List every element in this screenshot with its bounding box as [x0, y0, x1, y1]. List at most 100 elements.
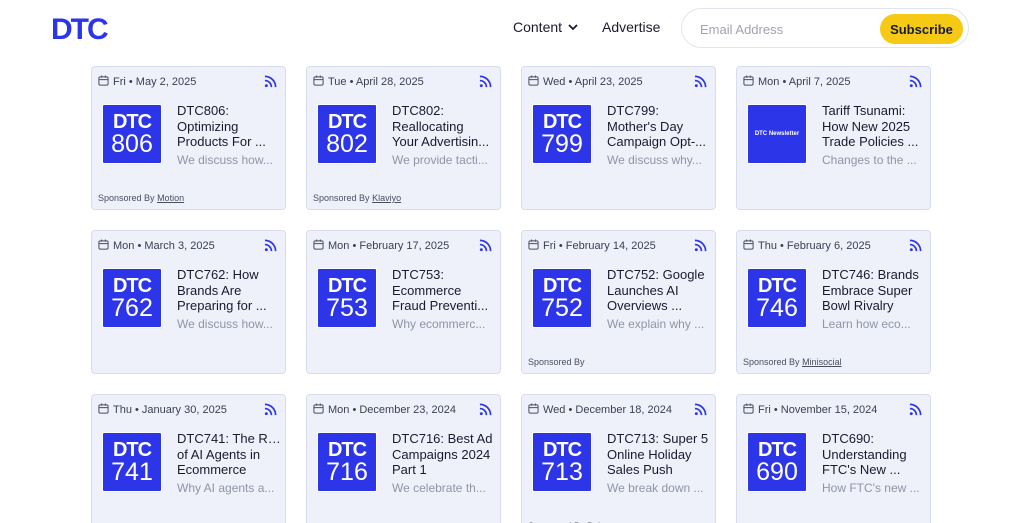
sponsor-name-link[interactable]: Klaviyo [372, 193, 401, 203]
email-field[interactable] [700, 18, 870, 40]
thumb-dtc-text: DTC [757, 439, 797, 461]
card-title[interactable]: DTC690: Understanding FTC's New ... [822, 431, 926, 478]
card-title[interactable]: Tariff Tsunami: How New 2025 Trade Policie… [822, 103, 926, 150]
card-description: Changes to the ... [822, 153, 917, 167]
card-date-text: Tue • April 28, 2025 [328, 76, 424, 88]
dtc-logo[interactable]: DTC [51, 14, 117, 43]
card-description: We provide tacti... [392, 153, 488, 167]
episode-thumbnail[interactable]: DTC 741 [102, 432, 162, 492]
card-date: Thu • February 6, 2025 [743, 239, 871, 253]
card-title-line: Ecommerce [392, 282, 462, 298]
episode-thumbnail[interactable]: DTC 690 [747, 432, 807, 492]
card-title-line: Reallocating [392, 118, 464, 134]
episode-card[interactable]: Fri • February 14, 2025 DTC 752 DTC752: … [521, 230, 716, 374]
thumb-dtc-text: DTC [542, 111, 582, 133]
rss-feed-icon[interactable] [479, 403, 492, 416]
card-title[interactable]: DTC806: Optimizing Products For ... [177, 103, 281, 150]
rss-feed-icon[interactable] [264, 403, 277, 416]
episode-card[interactable]: Wed • December 18, 2024 DTC 713 DTC713: … [521, 394, 716, 523]
episode-thumbnail[interactable]: DTC 799 [532, 104, 592, 164]
episode-thumbnail[interactable]: DTC 752 [532, 268, 592, 328]
episode-card[interactable]: Wed • April 23, 2025 DTC 799 DTC799: Moth… [521, 66, 716, 210]
rss-feed-icon[interactable] [909, 403, 922, 416]
thumb-dtc-text: DTC [112, 439, 152, 461]
calendar-icon [98, 239, 109, 253]
card-title-line: Launches AI [607, 282, 679, 298]
card-title[interactable]: DTC713: Super 5 Online Holiday Sales Push [607, 431, 711, 478]
card-title-line: Preparing for ... [177, 298, 267, 313]
calendar-icon [528, 403, 539, 417]
episode-thumbnail[interactable]: DTC Newsletter [747, 104, 807, 164]
rss-feed-icon[interactable] [694, 239, 707, 252]
rss-feed-icon[interactable] [264, 239, 277, 252]
episode-card[interactable]: Mon • February 17, 2025 DTC 753 DTC753: E… [306, 230, 501, 374]
thumb-episode-number: 752 [541, 294, 583, 322]
card-title-line: Part 1 [392, 462, 427, 477]
nav-content-menu[interactable]: Content [513, 19, 578, 35]
subscribe-button[interactable]: Subscribe [880, 14, 963, 44]
rss-feed-icon[interactable] [694, 75, 707, 88]
card-title-line: DTC690: [822, 431, 875, 446]
card-title-line: Trade Policies ... [822, 134, 919, 149]
thumb-episode-number: 753 [326, 294, 368, 322]
rss-feed-icon[interactable] [479, 75, 492, 88]
card-title-line: DTC762: How [177, 267, 259, 282]
sponsor-name-link[interactable]: Motion [157, 193, 184, 203]
calendar-icon [313, 239, 324, 253]
thumb-episode-number: 746 [756, 294, 798, 322]
card-title-line: Online Holiday [607, 446, 692, 462]
subscribe-form: Subscribe [681, 8, 969, 48]
thumb-dtc-text: DTC [327, 275, 367, 297]
sponsor-prefix: Sponsored By [743, 357, 800, 367]
sponsor-name-link[interactable]: Minisocial [802, 357, 842, 367]
card-date: Wed • April 23, 2025 [528, 75, 643, 89]
card-title[interactable]: DTC752: Google Launches AI Overviews ... [607, 267, 711, 314]
thumb-newsletter-label: DTC Newsletter [754, 131, 800, 137]
thumb-dtc-text: DTC [112, 111, 152, 133]
card-title[interactable]: DTC802: Reallocating Your Advertisin... [392, 103, 496, 150]
card-title[interactable]: DTC762: How Brands Are Preparing for ... [177, 267, 281, 314]
calendar-icon [743, 75, 754, 89]
card-date-text: Fri • November 15, 2024 [758, 404, 878, 416]
episode-card[interactable]: Fri • May 2, 2025 DTC 806 DTC806: Optimiz… [91, 66, 286, 210]
sponsor-prefix: Sponsored By [528, 357, 585, 367]
rss-feed-icon[interactable] [694, 403, 707, 416]
card-title-line: Optimizing [177, 118, 239, 134]
episode-card[interactable]: Mon • April 7, 2025 DTC Newsletter Tarif… [736, 66, 931, 210]
episode-thumbnail[interactable]: DTC 713 [532, 432, 592, 492]
episode-card[interactable]: Tue • April 28, 2025 DTC 802 DTC802: Real… [306, 66, 501, 210]
thumb-dtc-text: DTC [757, 275, 797, 297]
nav-advertise-link[interactable]: Advertise [602, 19, 660, 35]
episode-thumbnail[interactable]: DTC 746 [747, 268, 807, 328]
card-title-line: Products For ... [177, 134, 266, 149]
card-title-line: Understanding [822, 446, 907, 462]
episode-card[interactable]: Mon • March 3, 2025 DTC 762 DTC762: How B… [91, 230, 286, 374]
episode-card[interactable]: Mon • December 23, 2024 DTC 716 DTC716: … [306, 394, 501, 523]
card-sponsor: Sponsored By [528, 357, 585, 367]
thumb-episode-number: 716 [326, 458, 368, 486]
episode-card[interactable]: Thu • February 6, 2025 DTC 746 DTC746: B… [736, 230, 931, 374]
card-title[interactable]: DTC716: Best Ad Campaigns 2024 Part 1 [392, 431, 496, 478]
card-title[interactable]: DTC741: The Rise of AI Agents in Ecommerce [177, 431, 281, 478]
episode-card[interactable]: Fri • November 15, 2024 DTC 690 DTC690: U… [736, 394, 931, 523]
card-title[interactable]: DTC753: Ecommerce Fraud Preventi... [392, 267, 496, 314]
card-title[interactable]: DTC799: Mother's Day Campaign Opt-... [607, 103, 711, 150]
episode-thumbnail[interactable]: DTC 802 [317, 104, 377, 164]
nav-content-label: Content [513, 19, 563, 35]
card-date: Mon • March 3, 2025 [98, 239, 215, 253]
card-date-text: Wed • April 23, 2025 [543, 76, 643, 88]
episode-card[interactable]: Thu • January 30, 2025 DTC 741 DTC741: T… [91, 394, 286, 523]
thumb-dtc-text: DTC [542, 439, 582, 461]
rss-feed-icon[interactable] [909, 75, 922, 88]
thumb-dtc-text: DTC [327, 439, 367, 461]
episode-thumbnail[interactable]: DTC 716 [317, 432, 377, 492]
episode-thumbnail[interactable]: DTC 762 [102, 268, 162, 328]
rss-feed-icon[interactable] [909, 239, 922, 252]
card-title-line: DTC741: The Rise [177, 431, 281, 446]
episode-thumbnail[interactable]: DTC 753 [317, 268, 377, 328]
card-title[interactable]: DTC746: Brands Embrace Super Bowl Rivalry [822, 267, 926, 314]
card-date: Wed • December 18, 2024 [528, 403, 672, 417]
rss-feed-icon[interactable] [479, 239, 492, 252]
rss-feed-icon[interactable] [264, 75, 277, 88]
episode-thumbnail[interactable]: DTC 806 [102, 104, 162, 164]
